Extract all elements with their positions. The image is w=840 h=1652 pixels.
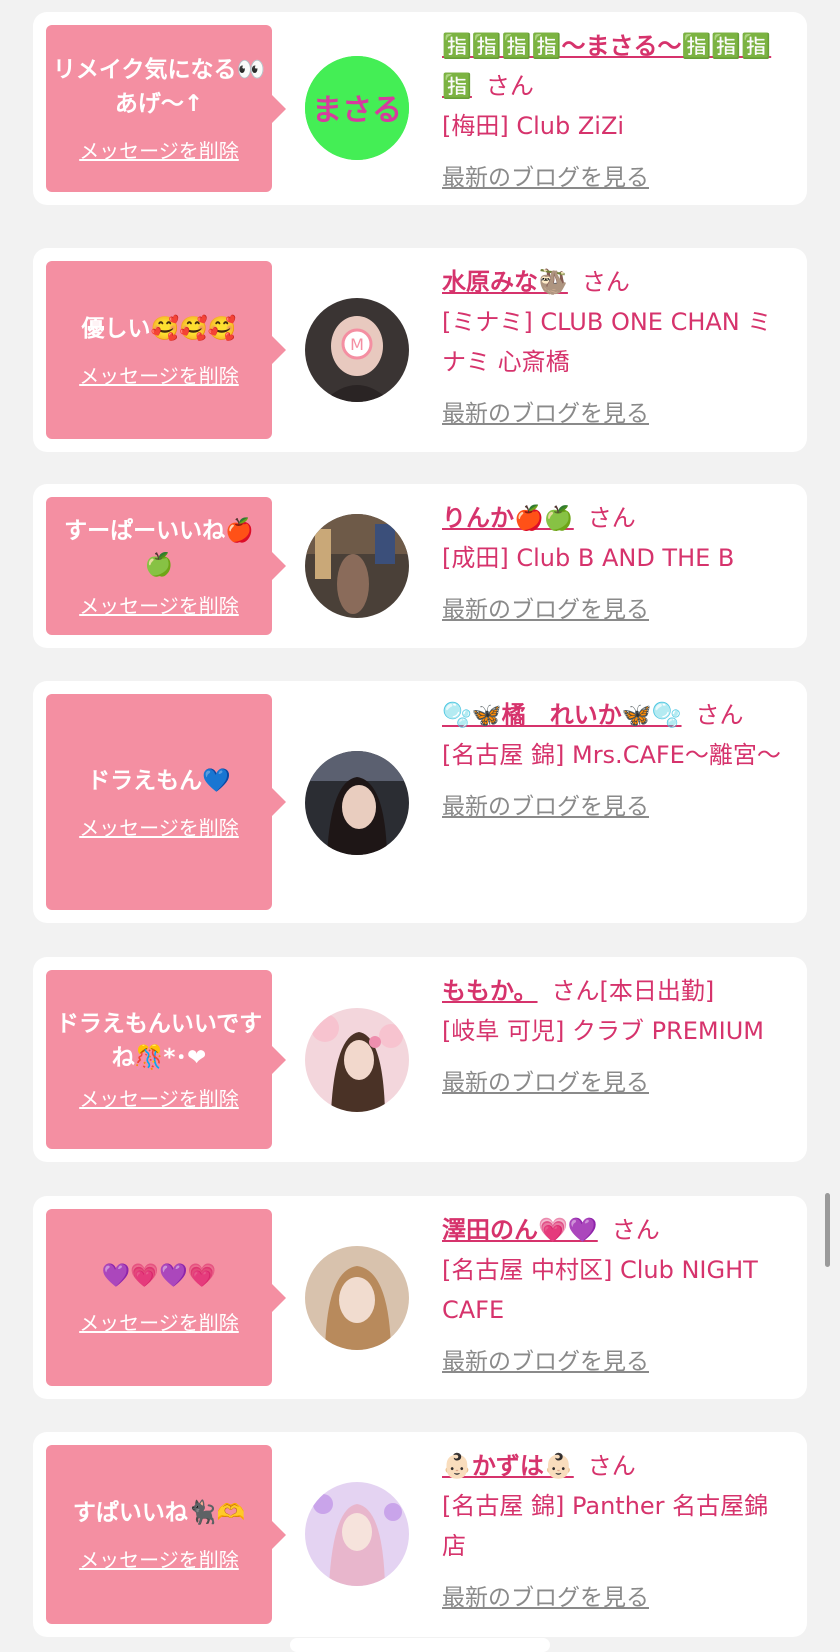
latest-blog-link[interactable]: 最新のブログを見る bbox=[442, 1578, 649, 1612]
bottom-bar bbox=[290, 1638, 550, 1652]
message-bubble: すぱいいね🐈‍⬛🫶 メッセージを削除 bbox=[46, 1445, 286, 1624]
san-suffix: さん bbox=[581, 268, 630, 296]
latest-blog-link[interactable]: 最新のブログを見る bbox=[442, 787, 649, 821]
cast-info: 澤田のん💗💜 さん [名古屋 中村区] Club NIGHT CAFE 最新のブロ… bbox=[442, 1210, 790, 1376]
avatar-mark-text: M bbox=[350, 335, 364, 354]
message-bubble: 💜💗💜💗 メッセージを削除 bbox=[46, 1209, 286, 1386]
avatar-image bbox=[305, 1482, 409, 1586]
name-line: 🫧🦋橘 れいか🦋🫧 さん bbox=[442, 695, 790, 735]
message-card: すぱいいね🐈‍⬛🫶 メッセージを削除 👶🏻かずは👶🏻 さん [名古屋 錦] Pan… bbox=[33, 1432, 807, 1637]
avatar-image bbox=[305, 1246, 409, 1350]
cast-info: 👶🏻かずは👶🏻 さん [名古屋 錦] Panther 名古屋錦店 最新のブログを見… bbox=[442, 1446, 790, 1612]
avatar-image bbox=[305, 1008, 409, 1112]
shop-info: [梅田] Club ZiZi bbox=[442, 112, 625, 140]
shop-info: [名古屋 錦] Panther 名古屋錦店 bbox=[442, 1492, 769, 1560]
san-suffix: さん bbox=[695, 701, 744, 729]
shop-info: [ミナミ] CLUB ONE CHAN ミナミ 心斎橋 bbox=[442, 308, 772, 376]
delete-message-link[interactable]: メッセージを削除 bbox=[79, 590, 239, 619]
message-text: すーぱーいいね🍎🍏 bbox=[64, 517, 254, 578]
message-bubble: リメイク気になる👀あげ〜↑ メッセージを削除 bbox=[46, 25, 286, 192]
message-bubble: ドラえもん💙 メッセージを削除 bbox=[46, 694, 286, 910]
avatar[interactable] bbox=[305, 1008, 409, 1112]
message-text: 優しい🥰🥰🥰 bbox=[81, 315, 237, 342]
avatar[interactable]: M bbox=[305, 298, 409, 402]
name-line: ももか。 さん[本日出勤] bbox=[442, 971, 790, 1011]
avatar-image: M bbox=[305, 298, 409, 402]
message-card: リメイク気になる👀あげ〜↑ メッセージを削除 まさる 🈯🈯🈯🈯〜まさる〜🈯🈯🈯🈯… bbox=[33, 12, 807, 205]
message-card: ドラえもん💙 メッセージを削除 🫧🦋橘 れいか🦋🫧 さん [名古屋 錦] Mrs.… bbox=[33, 681, 807, 923]
cast-info: ももか。 さん[本日出勤] [岐阜 可児] クラブ PREMIUM 最新のブログを… bbox=[442, 971, 790, 1097]
shop-info: [名古屋 錦] Mrs.CAFE〜離宮〜 bbox=[442, 741, 781, 769]
message-text: リメイク気になる👀あげ〜↑ bbox=[52, 57, 266, 117]
avatar[interactable] bbox=[305, 1246, 409, 1350]
message-bubble: ドラえもんいいですね🎊*･❤ メッセージを削除 bbox=[46, 970, 286, 1149]
message-card: すーぱーいいね🍎🍏 メッセージを削除 りんか🍎🍏 さん [成田] Club B A… bbox=[33, 484, 807, 648]
san-suffix: さん bbox=[551, 977, 600, 1005]
message-text: ドラえもんいいですね🎊*･❤ bbox=[55, 1011, 263, 1071]
message-bubble: 優しい🥰🥰🥰 メッセージを削除 bbox=[46, 261, 286, 439]
name-line: りんか🍎🍏 さん bbox=[442, 498, 790, 538]
delete-message-link[interactable]: メッセージを削除 bbox=[79, 1544, 239, 1573]
message-card: ドラえもんいいですね🎊*･❤ メッセージを削除 ももか。 さん[本日出勤] [岐阜… bbox=[33, 957, 807, 1162]
cast-name-link[interactable]: りんか🍎🍏 bbox=[442, 504, 574, 532]
latest-blog-link[interactable]: 最新のブログを見る bbox=[442, 1342, 649, 1376]
name-line: 🈯🈯🈯🈯〜まさる〜🈯🈯🈯🈯 さん bbox=[442, 26, 790, 106]
shop-info: [成田] Club B AND THE B bbox=[442, 544, 735, 572]
name-line: 👶🏻かずは👶🏻 さん bbox=[442, 1446, 790, 1486]
delete-message-link[interactable]: メッセージを削除 bbox=[79, 1307, 239, 1336]
message-card: 優しい🥰🥰🥰 メッセージを削除 M 水原みな🦥 さん [ミナミ] CLUB ONE… bbox=[33, 248, 807, 452]
message-text: 💜💗💜💗 bbox=[101, 1263, 217, 1289]
avatar[interactable] bbox=[305, 514, 409, 618]
delete-message-link[interactable]: メッセージを削除 bbox=[79, 1083, 239, 1112]
avatar[interactable] bbox=[305, 751, 409, 855]
scrollbar-thumb[interactable] bbox=[825, 1193, 830, 1267]
cast-name-link[interactable]: 🫧🦋橘 れいか🦋🫧 bbox=[442, 701, 682, 729]
message-text: ドラえもん💙 bbox=[87, 767, 231, 794]
message-card: 💜💗💜💗 メッセージを削除 澤田のん💗💜 さん [名古屋 中村区] Club NI… bbox=[33, 1196, 807, 1399]
message-text: すぱいいね🐈‍⬛🫶 bbox=[72, 1500, 246, 1526]
avatar-image bbox=[305, 514, 409, 618]
latest-blog-link[interactable]: 最新のブログを見る bbox=[442, 590, 649, 624]
cast-info: 🫧🦋橘 れいか🦋🫧 さん [名古屋 錦] Mrs.CAFE〜離宮〜 最新のブログを… bbox=[442, 695, 790, 821]
cast-info: 水原みな🦥 さん [ミナミ] CLUB ONE CHAN ミナミ 心斎橋 最新のブ… bbox=[442, 262, 790, 428]
delete-message-link[interactable]: メッセージを削除 bbox=[79, 135, 239, 164]
delete-message-link[interactable]: メッセージを削除 bbox=[79, 812, 239, 841]
shop-info: [名古屋 中村区] Club NIGHT CAFE bbox=[442, 1256, 758, 1324]
name-line: 水原みな🦥 さん bbox=[442, 262, 790, 302]
san-suffix: さん bbox=[587, 1452, 636, 1480]
delete-message-link[interactable]: メッセージを削除 bbox=[79, 360, 239, 389]
avatar-image: まさる bbox=[305, 56, 409, 160]
avatar[interactable] bbox=[305, 1482, 409, 1586]
cast-name-link[interactable]: 水原みな🦥 bbox=[442, 268, 568, 296]
avatar-logo-text: まさる bbox=[312, 93, 402, 128]
san-suffix: さん bbox=[485, 72, 534, 100]
attendance-status: [本日出勤] bbox=[599, 977, 715, 1005]
name-line: 澤田のん💗💜 さん bbox=[442, 1210, 790, 1250]
message-bubble: すーぱーいいね🍎🍏 メッセージを削除 bbox=[46, 497, 286, 635]
avatar[interactable]: まさる bbox=[305, 56, 409, 160]
latest-blog-link[interactable]: 最新のブログを見る bbox=[442, 1063, 649, 1097]
shop-info: [岐阜 可児] クラブ PREMIUM bbox=[442, 1017, 764, 1045]
cast-info: りんか🍎🍏 さん [成田] Club B AND THE B 最新のブログを見る bbox=[442, 498, 790, 624]
cast-name-link[interactable]: 澤田のん💗💜 bbox=[442, 1216, 598, 1244]
latest-blog-link[interactable]: 最新のブログを見る bbox=[442, 394, 649, 428]
latest-blog-link[interactable]: 最新のブログを見る bbox=[442, 158, 649, 192]
san-suffix: さん bbox=[611, 1216, 660, 1244]
avatar-image bbox=[305, 751, 409, 855]
san-suffix: さん bbox=[587, 504, 636, 532]
cast-name-link[interactable]: ももか。 bbox=[442, 977, 538, 1005]
cast-info: 🈯🈯🈯🈯〜まさる〜🈯🈯🈯🈯 さん [梅田] Club ZiZi 最新のブログを見る bbox=[442, 26, 790, 192]
cast-name-link[interactable]: 👶🏻かずは👶🏻 bbox=[442, 1452, 574, 1480]
